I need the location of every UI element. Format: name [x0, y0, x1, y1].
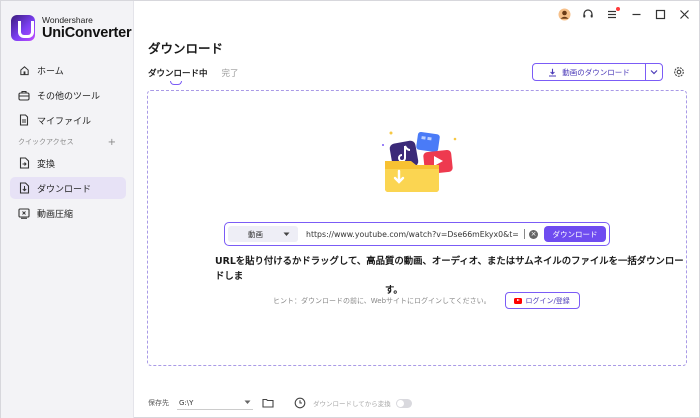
sidebar-item-other-tools[interactable]: その他のツール	[10, 84, 126, 106]
maximize-button[interactable]	[653, 7, 667, 21]
download-tabs: ダウンロード中 完了	[148, 67, 239, 85]
save-location-value: G:\Y	[179, 398, 194, 407]
hint-row: ヒント：ダウンロードの前に、Webサイトにログインしてください。 ログイン/登録	[273, 292, 580, 309]
login-register-label: ログイン/登録	[525, 296, 570, 305]
media-type-value: 動画	[248, 229, 263, 239]
minimize-button[interactable]	[629, 7, 643, 21]
add-quick-access-button[interactable]: +	[108, 137, 116, 148]
sidebar-item-label: 変換	[37, 159, 56, 170]
account-avatar-button[interactable]	[557, 7, 571, 21]
instruction-line-1: URLを貼り付けるかドラッグして、高品質の動画、オーディオ、またはサムネイルのフ…	[215, 256, 684, 282]
app-window: Wondershare UniConverter ホーム その他のツール マイフ…	[0, 0, 700, 418]
maximize-icon	[655, 9, 665, 19]
save-location-label: 保存先	[148, 399, 169, 407]
logo-text: Wondershare UniConverter	[42, 14, 132, 41]
quick-access-header: クイックアクセス +	[10, 134, 126, 150]
sidebar-item-label: その他のツール	[37, 91, 101, 102]
settings-button[interactable]	[672, 65, 686, 79]
media-type-select[interactable]: 動画	[228, 226, 298, 242]
download-video-button[interactable]: 動画のダウンロード	[533, 67, 645, 78]
clear-url-button[interactable]: ×	[529, 229, 538, 239]
sidebar-item-convert[interactable]: 変換	[10, 152, 126, 174]
url-download-button[interactable]: ダウンロード	[544, 226, 606, 242]
clock-icon	[294, 397, 306, 409]
caret-down-icon	[244, 400, 251, 404]
youtube-icon	[514, 297, 523, 304]
footer-bar: 保存先 G:\Y ダウンロードしてから変換	[148, 396, 412, 410]
convert-icon	[18, 157, 30, 169]
sidebar-item-label: ホーム	[37, 66, 64, 77]
download-icon	[18, 182, 30, 194]
sidebar: Wondershare UniConverter ホーム その他のツール マイフ…	[1, 1, 134, 418]
title-bar-controls	[557, 7, 691, 21]
sidebar-item-my-files[interactable]: マイファイル	[10, 109, 126, 131]
caret-down-icon	[283, 232, 290, 236]
sidebar-item-label: マイファイル	[37, 116, 92, 127]
download-video-dropdown[interactable]	[645, 64, 662, 80]
menu-button[interactable]	[605, 7, 620, 21]
chevron-down-icon	[650, 70, 658, 75]
download-video-split-button: 動画のダウンロード	[532, 63, 663, 81]
minimize-icon	[632, 13, 640, 15]
folder-icon	[262, 398, 274, 408]
logo-product: UniConverter	[42, 25, 132, 41]
download-video-label: 動画のダウンロード	[562, 67, 630, 77]
close-button[interactable]	[677, 7, 691, 21]
sidebar-item-download[interactable]: ダウンロード	[10, 177, 126, 199]
sidebar-nav: ホーム その他のツール マイファイル クイックアクセス + 変換 ダウンロード …	[10, 59, 126, 227]
uniconverter-logo-icon	[11, 15, 35, 41]
gear-icon	[674, 67, 684, 77]
open-folder-button[interactable]	[261, 396, 275, 410]
login-register-button[interactable]: ログイン/登録	[504, 292, 580, 309]
sidebar-item-label: 動画圧縮	[37, 209, 74, 220]
save-location-select[interactable]: G:\Y	[177, 396, 253, 410]
download-illustration-icon	[382, 131, 457, 192]
download-arrow-icon	[549, 68, 557, 77]
url-input[interactable]	[298, 229, 520, 239]
sidebar-item-home[interactable]: ホーム	[10, 59, 126, 81]
headset-icon	[583, 9, 593, 18]
login-hint: ヒント：ダウンロードの前に、Webサイトにログインしてください。	[273, 296, 491, 305]
avatar-icon	[558, 8, 570, 20]
compress-icon	[18, 207, 30, 219]
sidebar-item-label: ダウンロード	[37, 184, 92, 195]
file-icon	[18, 114, 30, 126]
tab-downloading[interactable]: ダウンロード中	[148, 67, 208, 85]
close-icon	[679, 9, 689, 19]
schedule-button[interactable]	[293, 396, 307, 410]
notification-dot	[616, 7, 620, 11]
page-title: ダウンロード	[148, 41, 224, 56]
logo-brand: Wondershare	[42, 14, 93, 25]
support-button[interactable]	[581, 7, 595, 21]
toolbox-icon	[18, 89, 30, 101]
url-input-bar: 動画 × ダウンロード	[224, 222, 610, 246]
tab-completed[interactable]: 完了	[222, 67, 239, 79]
text-cursor	[524, 229, 525, 239]
sidebar-item-video-compress[interactable]: 動画圧縮	[10, 202, 126, 224]
app-logo: Wondershare UniConverter	[11, 14, 132, 41]
convert-after-download-label: ダウンロードしてから変換	[313, 400, 391, 408]
home-icon	[18, 64, 30, 76]
quick-access-label: クイックアクセス	[18, 138, 74, 146]
convert-after-download-toggle[interactable]	[395, 398, 412, 408]
